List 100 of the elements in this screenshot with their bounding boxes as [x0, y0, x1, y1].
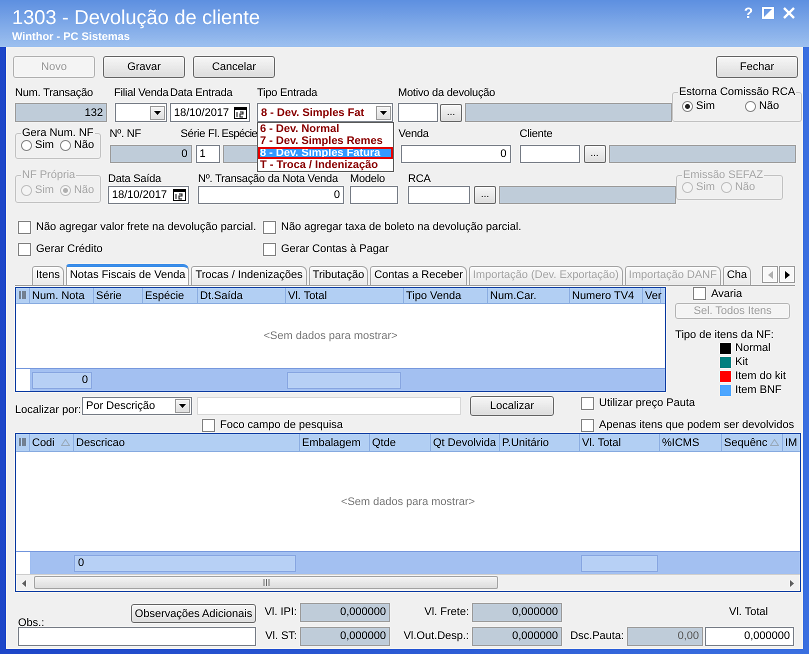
legend-title: Tipo de itens da NF: — [675, 329, 775, 341]
field-label: Obs.: — [18, 617, 44, 629]
checkbox[interactable]: Utilizar preço Pauta — [581, 395, 795, 411]
scroll-right-button[interactable] — [779, 266, 795, 283]
window-subtitle: Winthor - PC Sistemas — [12, 30, 131, 44]
empty-message: <Sem dados para mostrar> — [264, 330, 398, 342]
field-label: Num. Transação — [15, 86, 93, 100]
reason-description-field[interactable] — [465, 103, 672, 122]
column-header[interactable]: %ICMS — [660, 434, 722, 451]
checkbox[interactable]: Não agregar valor frete na devolução parcial. — [18, 219, 263, 235]
horizontal-scrollbar[interactable] — [16, 574, 800, 591]
reason-code-field[interactable] — [398, 103, 438, 122]
column-header[interactable]: P.Unitário — [500, 434, 580, 451]
tab[interactable]: Notas Fiscais de Venda — [66, 264, 190, 285]
column-header[interactable]: Codi — [30, 434, 74, 451]
summary-cell: 0 — [32, 372, 92, 388]
lookup-button[interactable]: ... — [440, 104, 462, 122]
search-field[interactable] — [197, 397, 461, 415]
branch-dropdown[interactable] — [115, 103, 167, 122]
tab[interactable]: Trocas / Indenizações — [191, 266, 307, 285]
column-header[interactable]: Dt.Saída — [198, 288, 286, 303]
total-field[interactable]: 0,000000 — [472, 626, 562, 646]
radio-button[interactable]: Sim — [682, 100, 715, 112]
column-header[interactable]: Num.Car. — [488, 288, 570, 303]
lookup-button[interactable]: ... — [584, 145, 606, 163]
right-arrow-icon[interactable] — [790, 580, 794, 586]
search-mode-dropdown[interactable]: Por Descrição — [82, 397, 192, 415]
tab[interactable]: Itens — [32, 266, 64, 285]
notes-field[interactable] — [18, 626, 256, 646]
column-header[interactable]: Sequênc — [722, 434, 783, 451]
field-label: Tipo Entrada — [257, 86, 318, 100]
tab[interactable]: Tributação — [308, 266, 368, 285]
radio-button[interactable]: Não — [744, 100, 780, 112]
date-field[interactable]: 18/10/2017 — [108, 186, 189, 204]
grip-icon — [262, 579, 270, 586]
model-field[interactable] — [350, 186, 398, 204]
field-label: Data Entrada — [170, 86, 232, 100]
discount-field[interactable]: 0,00 — [627, 626, 703, 646]
notes-button[interactable]: Observações Adicionais — [131, 604, 256, 623]
column-header[interactable]: IM — [783, 434, 800, 451]
column-header[interactable]: Descricao — [74, 434, 300, 451]
entry-type-dropdown[interactable]: 8 - Dev. Simples Fat — [257, 103, 393, 122]
checkbox[interactable]: Gerar Crédito — [18, 241, 263, 257]
toolbar-button[interactable]: Fechar — [716, 56, 798, 78]
series-field[interactable]: 1 — [196, 145, 220, 163]
column-chooser-icon[interactable] — [19, 438, 26, 447]
dropdown-option[interactable]: T - Troca / Indenização — [258, 159, 393, 171]
dropdown-option[interactable]: 6 - Dev. Normal — [258, 123, 393, 135]
column-header[interactable]: Qtde — [370, 434, 431, 451]
radio-button[interactable]: Sim — [21, 139, 54, 151]
rca-code-field[interactable] — [408, 186, 470, 204]
column-header[interactable]: Ver — [643, 288, 661, 303]
column-header[interactable]: Embalagem — [300, 434, 370, 451]
caret-icon — [154, 110, 161, 114]
invoice-number-field[interactable]: 0 — [110, 145, 192, 163]
summary-cell: 0 — [74, 554, 296, 572]
sale-field[interactable]: 0 — [400, 145, 511, 163]
transaction-number-field[interactable]: 132 — [15, 103, 107, 122]
caret-icon — [179, 404, 186, 408]
field-label: Dsc.Pauta: — [570, 630, 625, 642]
checkbox[interactable]: Não agregar taxa de boleto na devolução parcial. — [263, 219, 795, 235]
group-title: Estorna Comissão RCA — [678, 86, 796, 98]
column-header[interactable]: Qt Devolvida — [431, 434, 500, 451]
search-button[interactable]: Localizar — [470, 396, 554, 416]
checkbox[interactable]: Apenas itens que podem ser devolvidos — [581, 417, 795, 433]
field-label: Vl. Frete: — [424, 606, 470, 618]
tab[interactable]: Cha — [722, 266, 752, 285]
total-field[interactable]: 0,000000 — [300, 626, 390, 646]
grand-total-field[interactable]: 0,000000 — [705, 626, 794, 646]
customer-name-field[interactable] — [608, 145, 796, 163]
column-header[interactable]: Tipo Venda — [404, 288, 488, 303]
checkbox[interactable]: Foco campo de pesquisa — [202, 417, 581, 433]
column-header[interactable]: Num. Nota — [30, 288, 94, 303]
tab[interactable]: Contas a Receber — [370, 266, 467, 285]
dropdown-option[interactable]: 7 - Dev. Simples Remes — [258, 135, 393, 147]
maximize-icon[interactable] — [762, 7, 774, 19]
toolbar-button[interactable]: Gravar — [103, 56, 185, 78]
column-header[interactable]: Vl. Total — [580, 434, 660, 451]
customer-code-field[interactable] — [520, 145, 580, 163]
toolbar-button[interactable]: Cancelar — [193, 56, 275, 78]
total-field[interactable]: 0,000000 — [472, 602, 562, 622]
radio-button[interactable]: Não — [60, 139, 94, 151]
close-icon[interactable] — [783, 7, 795, 19]
checkbox[interactable]: Gerar Contas à Pagar — [263, 241, 795, 257]
column-header[interactable]: Vl. Total — [286, 288, 404, 303]
lookup-button[interactable]: ... — [474, 186, 496, 204]
column-chooser-icon[interactable] — [19, 291, 26, 300]
column-header[interactable]: Espécie — [143, 288, 198, 303]
column-header[interactable]: Série — [94, 288, 143, 303]
column-header[interactable]: Numero TV4 — [570, 288, 643, 303]
left-arrow-icon[interactable] — [22, 580, 26, 586]
date-field[interactable]: 18/10/2017 — [170, 103, 250, 122]
legend-label: Item BNF — [735, 384, 782, 396]
checkbox[interactable]: Avaria — [693, 287, 795, 300]
total-field[interactable]: 0,000000 — [300, 602, 390, 622]
right-arrow-icon — [784, 270, 790, 278]
sale-transaction-field[interactable]: 0 — [198, 186, 344, 204]
field-label: RCA — [408, 172, 431, 186]
rca-name-field[interactable] — [499, 186, 676, 204]
left-arrow-icon — [768, 270, 772, 278]
